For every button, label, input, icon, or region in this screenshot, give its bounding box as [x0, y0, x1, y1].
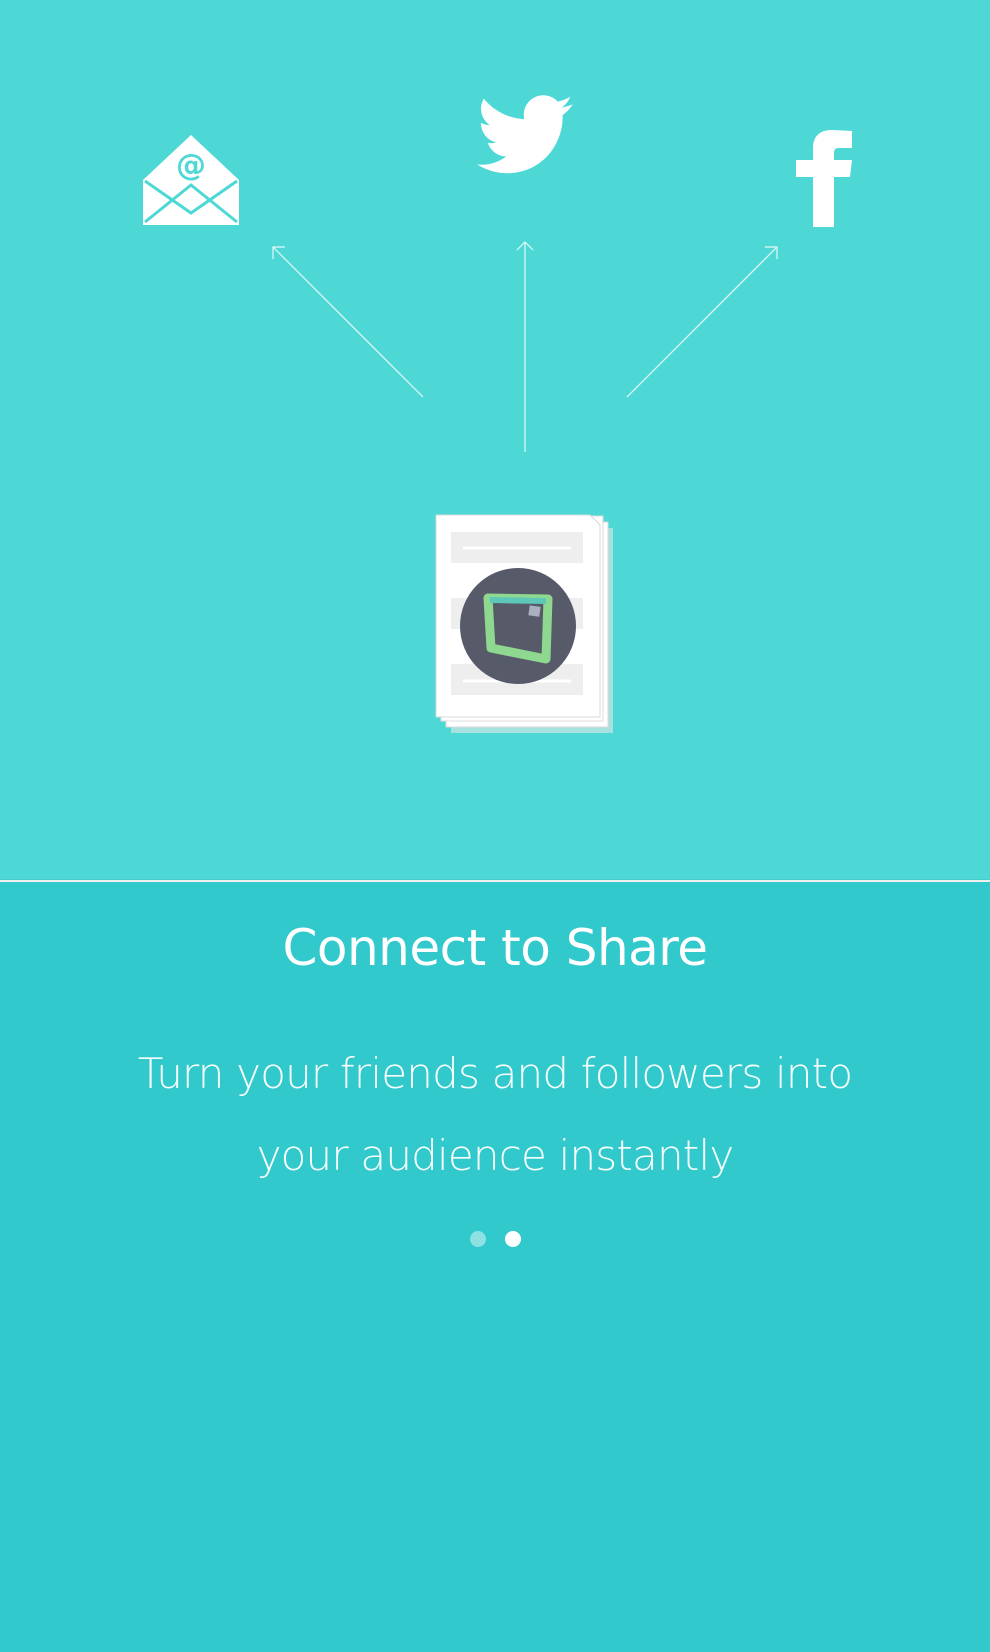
share-arrows	[272, 241, 778, 452]
info-panel	[0, 882, 990, 1652]
onboarding-screen: @ Connect to Share Turn your friends and…	[0, 0, 990, 1652]
subtitle-line-2: your audience instantly	[256, 1131, 735, 1180]
twitter-icon	[477, 95, 573, 174]
document-stack-icon	[435, 514, 613, 733]
hero-illustration: @	[0, 0, 990, 880]
svg-text:@: @	[176, 148, 206, 183]
page-subtitle: Turn your friends and followers into you…	[95, 1033, 895, 1197]
page-title: Connect to Share	[282, 919, 708, 977]
email-icon: @	[143, 135, 239, 225]
page-dot-1[interactable]	[469, 1231, 486, 1247]
page-dot-2-active[interactable]	[504, 1231, 521, 1247]
share-diagram: @	[143, 95, 852, 733]
facebook-icon	[796, 130, 852, 227]
page-indicator	[0, 1231, 990, 1249]
subtitle-line-1: Turn your friends and followers into	[137, 1049, 853, 1098]
